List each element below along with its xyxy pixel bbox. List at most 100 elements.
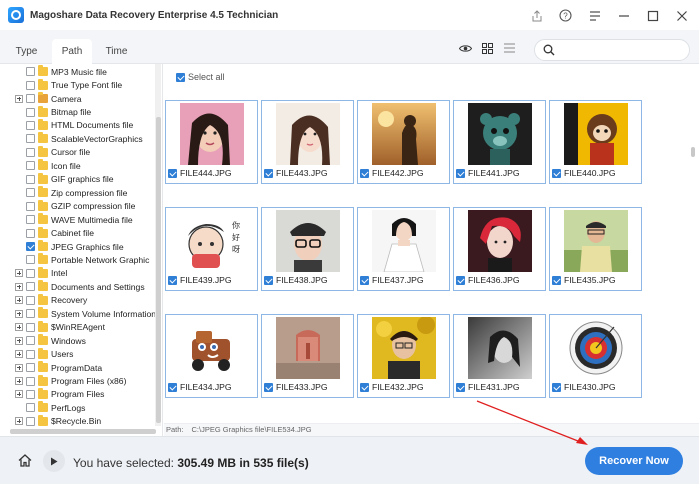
file-checkbox[interactable] bbox=[168, 382, 177, 392]
tree-item[interactable]: Camera bbox=[0, 92, 162, 105]
expand-icon[interactable] bbox=[15, 309, 23, 318]
file-checkbox[interactable] bbox=[456, 168, 465, 178]
tree-item[interactable]: True Type Font file bbox=[0, 78, 162, 91]
tree-item[interactable]: Program Files (x86) bbox=[0, 374, 162, 387]
file-thumbnail-image[interactable] bbox=[564, 317, 628, 379]
file-thumbnail-card[interactable]: FILE437.JPG bbox=[357, 207, 450, 291]
menu-icon[interactable] bbox=[585, 6, 604, 25]
tree-item-checkbox[interactable] bbox=[26, 147, 35, 157]
tree-item-checkbox[interactable] bbox=[26, 282, 35, 292]
tab-type[interactable]: Type bbox=[10, 39, 43, 64]
file-checkbox[interactable] bbox=[264, 168, 273, 178]
tree-item-checkbox[interactable] bbox=[26, 268, 35, 278]
file-thumbnail-image[interactable] bbox=[564, 210, 628, 272]
expand-icon[interactable] bbox=[15, 377, 23, 386]
tree-item[interactable]: Program Files bbox=[0, 387, 162, 401]
minimize-icon[interactable] bbox=[614, 6, 633, 25]
tree-item-checkbox[interactable] bbox=[26, 389, 35, 399]
tree-item-checkbox[interactable] bbox=[26, 295, 35, 305]
tree-item[interactable]: Windows bbox=[0, 334, 162, 347]
file-checkbox[interactable] bbox=[360, 382, 369, 392]
tree-item-checkbox[interactable] bbox=[26, 403, 35, 413]
file-checkbox[interactable] bbox=[264, 275, 273, 285]
file-checkbox[interactable] bbox=[168, 275, 177, 285]
file-thumbnail-image[interactable] bbox=[372, 103, 436, 165]
tree-item[interactable]: $WinREAgent bbox=[0, 320, 162, 334]
file-checkbox[interactable] bbox=[360, 168, 369, 178]
file-thumbnail-image[interactable] bbox=[468, 210, 532, 272]
tree-item[interactable]: ScalableVectorGraphics bbox=[0, 132, 162, 145]
tree-item[interactable]: $Recycle.Bin bbox=[0, 414, 162, 428]
tree-item[interactable]: JPEG Graphics file bbox=[0, 240, 162, 253]
tree-item-checkbox[interactable] bbox=[26, 201, 35, 211]
expand-icon[interactable] bbox=[15, 296, 23, 305]
tree-item-checkbox[interactable] bbox=[26, 161, 35, 171]
expand-icon[interactable] bbox=[15, 336, 23, 345]
file-checkbox[interactable] bbox=[264, 382, 273, 392]
expand-icon[interactable] bbox=[15, 269, 23, 278]
tree-item[interactable]: Zip compression file bbox=[0, 186, 162, 199]
expand-icon[interactable] bbox=[15, 350, 23, 359]
tree-item-checkbox[interactable] bbox=[26, 309, 35, 319]
select-all-checkbox[interactable]: Select all bbox=[176, 72, 225, 82]
tree-item[interactable]: Cursor file bbox=[0, 145, 162, 159]
tree-item-checkbox[interactable] bbox=[26, 228, 35, 238]
tree-item[interactable]: Documents and Settings bbox=[0, 280, 162, 293]
file-thumbnail-image[interactable] bbox=[180, 103, 244, 165]
tree-item[interactable]: Icon file bbox=[0, 159, 162, 172]
tree-item-checkbox[interactable] bbox=[26, 416, 35, 426]
file-thumbnail-card[interactable]: 你好呀 FILE439.JPG bbox=[165, 207, 258, 291]
tree-item-checkbox[interactable] bbox=[26, 134, 35, 144]
expand-icon[interactable] bbox=[15, 94, 23, 103]
file-thumbnail-card[interactable]: FILE438.JPG bbox=[261, 207, 354, 291]
tree-horizontal-scrollbar[interactable] bbox=[10, 429, 156, 434]
tree-item[interactable]: GZIP compression file bbox=[0, 199, 162, 213]
tree-item[interactable]: System Volume Information bbox=[0, 307, 162, 320]
grid-view-icon[interactable] bbox=[480, 42, 494, 54]
tree-item-checkbox[interactable] bbox=[26, 120, 35, 130]
tree-item-checkbox[interactable] bbox=[26, 242, 35, 252]
file-checkbox[interactable] bbox=[552, 275, 561, 285]
tree-item[interactable]: Recovery bbox=[0, 293, 162, 307]
file-thumbnail-card[interactable]: FILE440.JPG bbox=[549, 100, 642, 184]
help-icon[interactable]: ? bbox=[556, 6, 575, 25]
tab-time[interactable]: Time bbox=[100, 39, 133, 64]
tree-item-checkbox[interactable] bbox=[26, 174, 35, 184]
eye-icon[interactable] bbox=[458, 42, 472, 54]
maximize-icon[interactable] bbox=[643, 6, 662, 25]
tree-item[interactable]: Users bbox=[0, 347, 162, 360]
grid-scrollbar-thumb[interactable] bbox=[691, 147, 695, 157]
file-checkbox[interactable] bbox=[552, 168, 561, 178]
tree-item-checkbox[interactable] bbox=[26, 107, 35, 117]
file-checkbox[interactable] bbox=[552, 382, 561, 392]
expand-icon[interactable] bbox=[15, 282, 23, 291]
file-checkbox[interactable] bbox=[456, 382, 465, 392]
tree-item[interactable]: MP3 Music file bbox=[0, 65, 162, 78]
tree-item[interactable]: Cabinet file bbox=[0, 226, 162, 239]
file-thumbnail-image[interactable] bbox=[468, 103, 532, 165]
tab-path[interactable]: Path bbox=[52, 39, 92, 64]
tree-item[interactable]: PerfLogs bbox=[0, 401, 162, 414]
file-thumbnail-card[interactable]: FILE435.JPG bbox=[549, 207, 642, 291]
file-thumbnail-card[interactable]: FILE434.JPG bbox=[165, 314, 258, 398]
tree-item-checkbox[interactable] bbox=[26, 336, 35, 346]
file-thumbnail-image[interactable] bbox=[468, 317, 532, 379]
file-thumbnail-card[interactable]: FILE432.JPG bbox=[357, 314, 450, 398]
list-view-icon[interactable] bbox=[502, 42, 516, 54]
file-thumbnail-image[interactable] bbox=[276, 210, 340, 272]
tree-item-checkbox[interactable] bbox=[26, 188, 35, 198]
file-checkbox[interactable] bbox=[360, 275, 369, 285]
search-icon[interactable] bbox=[543, 44, 555, 58]
file-thumbnail-image[interactable] bbox=[564, 103, 628, 165]
expand-icon[interactable] bbox=[15, 390, 23, 399]
expand-icon[interactable] bbox=[15, 363, 23, 372]
file-thumbnail-card[interactable]: FILE444.JPG bbox=[165, 100, 258, 184]
tree-item-checkbox[interactable] bbox=[26, 349, 35, 359]
file-thumbnail-image[interactable] bbox=[372, 317, 436, 379]
file-thumbnail-image[interactable] bbox=[276, 103, 340, 165]
tree-item-checkbox[interactable] bbox=[26, 215, 35, 225]
file-thumbnail-image[interactable] bbox=[372, 210, 436, 272]
search-input[interactable] bbox=[561, 43, 685, 57]
file-thumbnail-card[interactable]: FILE433.JPG bbox=[261, 314, 354, 398]
tree-item[interactable]: Bitmap file bbox=[0, 105, 162, 118]
